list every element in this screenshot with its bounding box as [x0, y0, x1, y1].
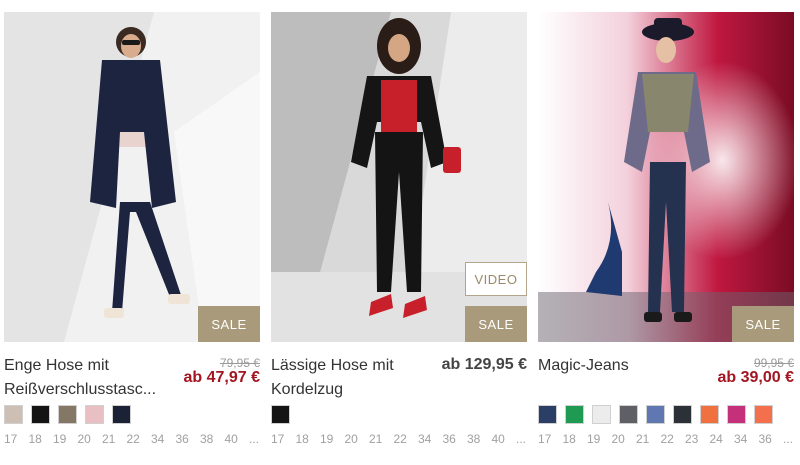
- product-title[interactable]: Magic-Jeans: [538, 354, 698, 378]
- size-option[interactable]: 38: [200, 432, 225, 446]
- color-swatch[interactable]: [538, 405, 557, 424]
- size-option[interactable]: 21: [369, 432, 394, 446]
- color-swatch[interactable]: [592, 405, 611, 424]
- color-swatch[interactable]: [619, 405, 638, 424]
- size-option[interactable]: 21: [102, 432, 127, 446]
- size-option[interactable]: 38: [467, 432, 492, 446]
- size-option[interactable]: 21: [636, 432, 661, 446]
- color-swatch[interactable]: [271, 405, 290, 424]
- size-option[interactable]: 36: [759, 432, 784, 446]
- size-option[interactable]: 18: [296, 432, 321, 446]
- size-option[interactable]: 20: [78, 432, 103, 446]
- color-swatch[interactable]: [85, 405, 104, 424]
- size-option[interactable]: 19: [53, 432, 78, 446]
- product-title[interactable]: Enge Hose mit Reißverschlusstasc...: [4, 354, 164, 402]
- color-swatch[interactable]: [673, 405, 692, 424]
- size-option[interactable]: 34: [734, 432, 759, 446]
- product-card-2[interactable]: VIDEO SALE Lässige Hose mit Kordelzug ab…: [271, 12, 527, 452]
- size-option[interactable]: 20: [345, 432, 370, 446]
- size-list: 17 18 19 20 21 22 23 24 34 36...: [538, 432, 800, 446]
- product-card-1[interactable]: SALE Enge Hose mit Reißverschlusstasc...…: [4, 12, 260, 452]
- color-swatch[interactable]: [646, 405, 665, 424]
- sale-badge: SALE: [198, 306, 260, 342]
- product-title[interactable]: Lässige Hose mit Kordelzug: [271, 354, 431, 402]
- size-option[interactable]: ...: [783, 432, 800, 446]
- color-swatch[interactable]: [31, 405, 50, 424]
- product-image[interactable]: SALE: [4, 12, 260, 342]
- size-list: 17 18 19 20 21 22 34 36 38 40...: [271, 432, 541, 446]
- size-option[interactable]: 22: [661, 432, 686, 446]
- original-price: 99,95 €: [753, 356, 794, 370]
- sale-price: ab 39,00 €: [717, 369, 795, 386]
- size-option[interactable]: 19: [587, 432, 612, 446]
- color-swatches: [271, 405, 290, 424]
- color-swatch[interactable]: [4, 405, 23, 424]
- size-option[interactable]: 40: [492, 432, 517, 446]
- price: ab 129,95 €: [441, 356, 527, 373]
- size-option[interactable]: 36: [443, 432, 468, 446]
- color-swatch[interactable]: [112, 405, 131, 424]
- size-option[interactable]: ...: [249, 432, 274, 446]
- size-option[interactable]: 17: [271, 432, 296, 446]
- product-card-3[interactable]: SALE Magic-Jeans 99,95 € ab 39,00 € 17 18…: [538, 12, 794, 452]
- size-option[interactable]: 19: [320, 432, 345, 446]
- color-swatch[interactable]: [727, 405, 746, 424]
- size-option[interactable]: 18: [563, 432, 588, 446]
- sale-price: ab 47,97 €: [183, 369, 261, 386]
- color-swatches: [538, 405, 773, 424]
- sale-badge: SALE: [465, 306, 527, 342]
- sale-badge: SALE: [732, 306, 794, 342]
- size-option[interactable]: 17: [4, 432, 29, 446]
- video-button[interactable]: VIDEO: [465, 262, 527, 296]
- color-swatch[interactable]: [754, 405, 773, 424]
- size-option[interactable]: 34: [418, 432, 443, 446]
- color-swatch[interactable]: [700, 405, 719, 424]
- size-option[interactable]: 24: [710, 432, 735, 446]
- size-option[interactable]: 36: [176, 432, 201, 446]
- size-option[interactable]: 34: [151, 432, 176, 446]
- original-price: 79,95 €: [219, 356, 260, 370]
- color-swatch[interactable]: [565, 405, 584, 424]
- product-image[interactable]: VIDEO SALE: [271, 12, 527, 342]
- color-swatches: [4, 405, 131, 424]
- size-option[interactable]: ...: [516, 432, 541, 446]
- size-option[interactable]: 22: [127, 432, 152, 446]
- size-option[interactable]: 22: [394, 432, 419, 446]
- size-option[interactable]: 23: [685, 432, 710, 446]
- size-option[interactable]: 20: [612, 432, 637, 446]
- size-option[interactable]: 17: [538, 432, 563, 446]
- product-image[interactable]: SALE: [538, 12, 794, 342]
- size-option[interactable]: 18: [29, 432, 54, 446]
- size-list: 17 18 19 20 21 22 34 36 38 40...: [4, 432, 274, 446]
- color-swatch[interactable]: [58, 405, 77, 424]
- size-option[interactable]: 40: [225, 432, 250, 446]
